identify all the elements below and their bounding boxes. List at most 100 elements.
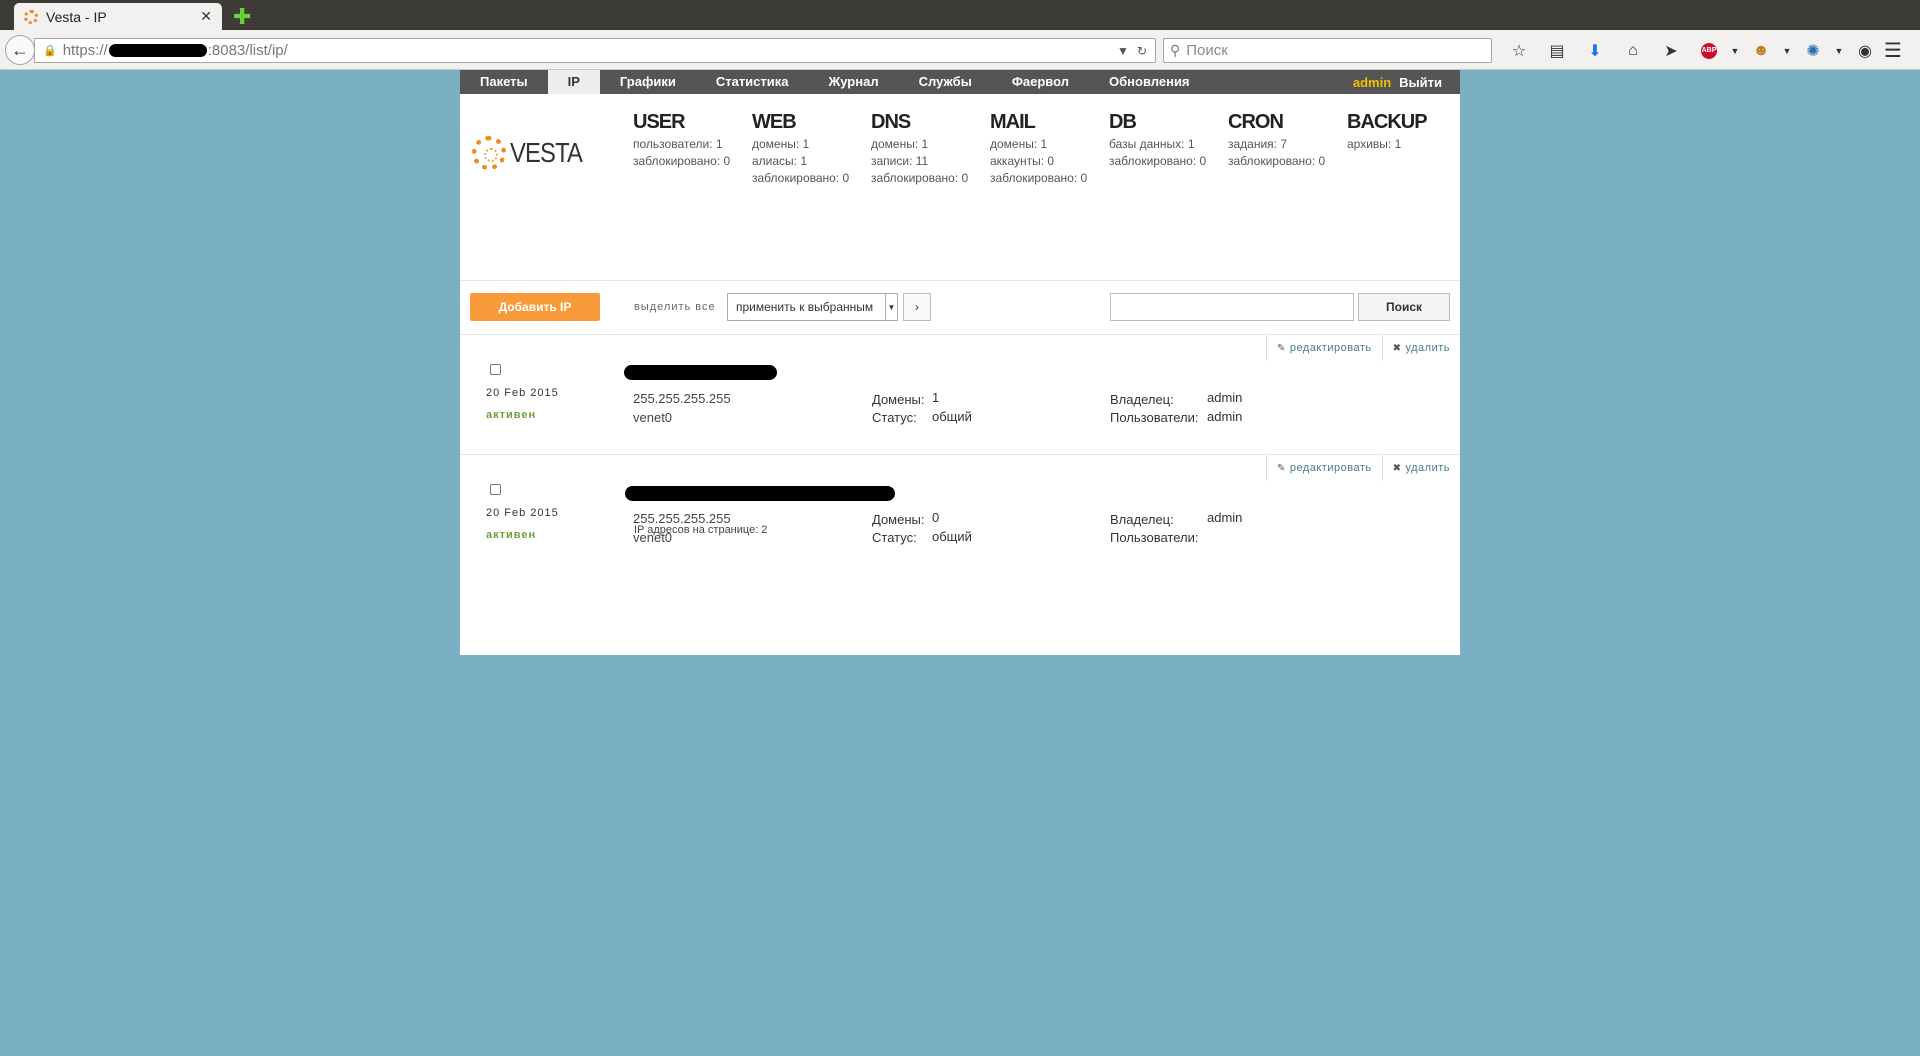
url-prefix: https:// xyxy=(62,42,108,59)
stat-title: WEB xyxy=(752,111,797,133)
stat-line: аккаунты: 0 xyxy=(990,154,1055,168)
domains-value: 0 xyxy=(932,510,940,525)
status-value: общий xyxy=(932,409,972,424)
addon-dropdown-icon[interactable]: ▼ xyxy=(1832,46,1846,56)
stat-title: USER xyxy=(633,111,686,133)
stat-line: домены: 1 xyxy=(752,137,810,151)
row-state: активен xyxy=(486,529,537,541)
menu-log[interactable]: Журнал xyxy=(809,70,899,94)
edit-link[interactable]: ✎ редактировать xyxy=(1265,335,1382,361)
search-icon: ⚲ xyxy=(1170,42,1181,58)
stat-line: заблокировано: 0 xyxy=(1228,154,1326,168)
menu-updates[interactable]: Обновления xyxy=(1089,70,1210,94)
domains-value: 1 xyxy=(932,390,940,405)
bulk-action-value: применить к выбранным xyxy=(736,300,874,314)
search-button[interactable]: Поиск xyxy=(1358,293,1450,321)
menu-graphs[interactable]: Графики xyxy=(600,70,696,94)
chat-icon[interactable]: ◉ xyxy=(1846,41,1884,61)
status-label: Статус: xyxy=(872,530,917,545)
send-icon[interactable]: ➤ xyxy=(1652,41,1690,61)
row-checkbox[interactable] xyxy=(490,364,501,375)
redacted-ip-address[interactable] xyxy=(624,365,777,380)
reading-list-icon[interactable]: ▤ xyxy=(1538,41,1576,61)
hamburger-menu-icon[interactable]: ☰ xyxy=(1884,38,1902,63)
home-icon[interactable]: ⌂ xyxy=(1614,42,1652,60)
menu-firewall[interactable]: Фаервол xyxy=(992,70,1089,94)
browser-search-bar[interactable]: ⚲ Поиск xyxy=(1163,38,1492,63)
addon-dropdown-icon[interactable]: ▼ xyxy=(1780,46,1794,56)
row-date: 20 Feb 2015 xyxy=(486,387,559,399)
stat-line: заблокировано: 0 xyxy=(752,171,850,185)
stat-line: архивы: 1 xyxy=(1347,137,1402,151)
menu-statistics[interactable]: Статистика xyxy=(696,70,809,94)
back-arrow-icon[interactable]: ← xyxy=(5,35,35,65)
adblock-icon[interactable]: ABP xyxy=(1701,42,1717,59)
new-tab-icon[interactable]: ✚ xyxy=(233,4,251,30)
user-link[interactable]: admin xyxy=(1353,75,1391,90)
add-ip-button[interactable]: Добавить IP xyxy=(470,293,600,321)
redacted-ip-address[interactable] xyxy=(625,486,895,501)
extension-icon[interactable]: ✺ xyxy=(1794,41,1832,61)
addon-dropdown-icon[interactable]: ▼ xyxy=(1728,46,1742,56)
select-all-link[interactable]: выделить все xyxy=(634,301,716,313)
row-interface: venet0 xyxy=(633,410,673,425)
logout-link[interactable]: Выйти xyxy=(1399,75,1442,90)
stat-line: заблокировано: 0 xyxy=(871,171,969,185)
browser-search-placeholder: Поиск xyxy=(1186,42,1228,59)
row-actions: ✎ редактировать ✖ удалить xyxy=(1265,455,1460,481)
delete-link[interactable]: ✖ удалить xyxy=(1381,455,1460,481)
browser-tab[interactable]: Vesta - IP ✕ xyxy=(14,3,222,30)
user-area: admin Выйти xyxy=(1353,75,1460,90)
delete-link[interactable]: ✖ удалить xyxy=(1381,335,1460,361)
bulk-apply-button[interactable]: › xyxy=(903,293,931,321)
stat-title: MAIL xyxy=(990,111,1036,133)
stat-user[interactable]: USER пользователи: 1 заблокировано: 0 xyxy=(633,110,752,187)
reload-icon[interactable]: ↻ xyxy=(1137,44,1147,58)
status-value: общий xyxy=(932,529,972,544)
stat-web[interactable]: WEB домены: 1 алиасы: 1 заблокировано: 0 xyxy=(752,110,871,187)
pencil-icon: ✎ xyxy=(1276,462,1286,474)
greasemonkey-icon[interactable]: ☻ xyxy=(1742,42,1780,60)
url-dropdown-icon[interactable]: ▼ xyxy=(1117,44,1129,58)
ip-row: ✎ редактировать ✖ удалить 20 Feb 2015 ак… xyxy=(460,455,1460,575)
menu-services[interactable]: Службы xyxy=(899,70,992,94)
close-icon: ✖ xyxy=(1392,342,1402,354)
tab-close-icon[interactable]: ✕ xyxy=(200,8,212,25)
stat-line: домены: 1 xyxy=(990,137,1048,151)
edit-label: редактировать xyxy=(1289,342,1372,354)
vesta-favicon-icon xyxy=(24,9,38,24)
edit-link[interactable]: ✎ редактировать xyxy=(1265,455,1382,481)
stat-line: заблокировано: 0 xyxy=(633,154,731,168)
stat-dns[interactable]: DNS домены: 1 записи: 11 заблокировано: … xyxy=(871,110,990,187)
edit-label: редактировать xyxy=(1289,462,1372,474)
stat-db[interactable]: DB базы данных: 1 заблокировано: 0 xyxy=(1109,110,1228,187)
stat-line: заблокировано: 0 xyxy=(1109,154,1207,168)
row-state: активен xyxy=(486,409,537,421)
download-icon[interactable]: ⬇ xyxy=(1576,41,1614,61)
row-checkbox[interactable] xyxy=(490,484,501,495)
stat-cron[interactable]: CRON задания: 7 заблокировано: 0 xyxy=(1228,110,1347,187)
menu-packages[interactable]: Пакеты xyxy=(460,70,548,94)
owner-label: Владелец: xyxy=(1110,392,1174,407)
users-value: admin xyxy=(1207,409,1243,424)
stat-title: DB xyxy=(1109,111,1137,133)
tab-title: Vesta - IP xyxy=(46,8,107,25)
close-icon: ✖ xyxy=(1392,462,1402,474)
status-label: Статус: xyxy=(872,410,917,425)
menu-ip[interactable]: IP xyxy=(547,70,600,94)
stats-bar: USER пользователи: 1 заблокировано: 0 WE… xyxy=(633,110,1466,187)
stat-mail[interactable]: MAIL домены: 1 аккаунты: 0 заблокировано… xyxy=(990,110,1109,187)
ip-row: ✎ редактировать ✖ удалить 20 Feb 2015 ак… xyxy=(460,335,1460,455)
vesta-logo[interactable]: VESTA xyxy=(472,136,595,170)
delete-label: удалить xyxy=(1405,462,1450,474)
stat-backup[interactable]: BACKUP архивы: 1 xyxy=(1347,110,1466,187)
stat-line: базы данных: 1 xyxy=(1109,137,1195,151)
stat-line: домены: 1 xyxy=(871,137,929,151)
url-bar[interactable]: 🔒 https:// :8083/list/ip/ ▼ ↻ xyxy=(34,38,1156,63)
search-input[interactable] xyxy=(1110,293,1354,321)
bulk-action-select[interactable]: применить к выбранным ▼ xyxy=(727,293,898,321)
domains-label: Домены: xyxy=(872,512,925,527)
bookmark-star-icon[interactable]: ☆ xyxy=(1500,41,1538,61)
chevron-down-icon: ▼ xyxy=(885,294,897,320)
users-label: Пользователи: xyxy=(1110,410,1199,425)
